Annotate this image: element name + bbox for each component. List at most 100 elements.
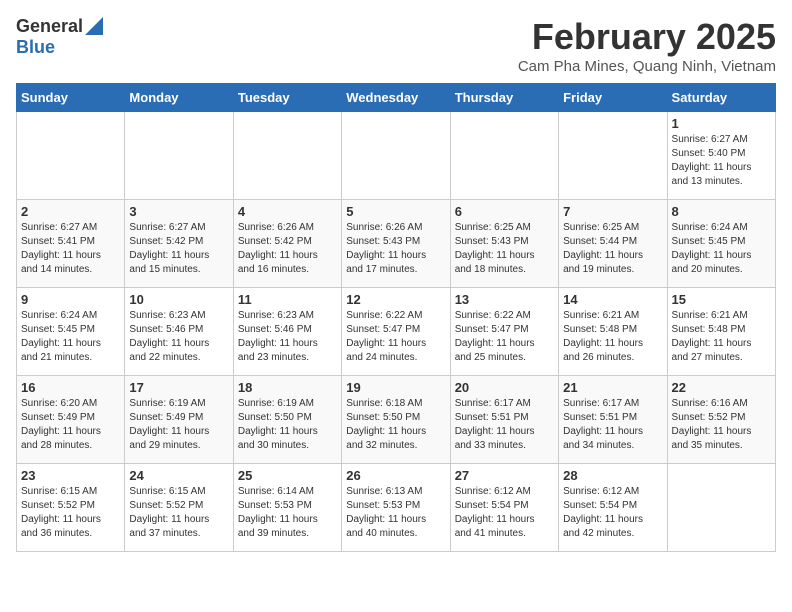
calendar-week-row: 23 Sunrise: 6:15 AM Sunset: 5:52 PM Dayli… — [17, 464, 776, 552]
calendar-day-header: Tuesday — [233, 84, 341, 112]
day-info: Sunrise: 6:26 AM Sunset: 5:43 PM Dayligh… — [346, 221, 445, 277]
calendar-week-row: 2 Sunrise: 6:27 AM Sunset: 5:41 PM Daylig… — [17, 200, 776, 288]
calendar-table: SundayMondayTuesdayWednesdayThursdayFrid… — [16, 83, 776, 552]
day-number: 24 — [129, 468, 228, 483]
calendar-cell: 4Sunrise: 6:26 AM Sunset: 5:42 PM Daylig… — [233, 200, 341, 288]
calendar-day-header: Monday — [125, 84, 233, 112]
calendar-cell — [667, 464, 775, 552]
day-number: 21 — [563, 380, 662, 395]
calendar-cell: 3Sunrise: 6:27 AM Sunset: 5:42 PM Daylig… — [125, 200, 233, 288]
day-info: Sunrise: 6:15 AM Sunset: 5:52 PM Dayligh… — [21, 485, 120, 541]
calendar-day-header: Friday — [559, 84, 667, 112]
day-number: 15 — [672, 292, 771, 307]
day-number: 7 — [563, 204, 662, 219]
day-info: Sunrise: 6:13 AM Sunset: 5:53 PM Dayligh… — [346, 485, 445, 541]
calendar-week-row: 9 Sunrise: 6:24 AM Sunset: 5:45 PM Daylig… — [17, 288, 776, 376]
day-info: Sunrise: 6:16 AM Sunset: 5:52 PM Dayligh… — [672, 397, 771, 453]
calendar-day-header: Wednesday — [342, 84, 450, 112]
day-info: Sunrise: 6:24 AM Sunset: 5:45 PM Dayligh… — [21, 309, 120, 365]
calendar-week-row: 1 Sunrise: 6:27 AM Sunset: 5:40 PM Daylig… — [17, 112, 776, 200]
calendar-cell: 5Sunrise: 6:26 AM Sunset: 5:43 PM Daylig… — [342, 200, 450, 288]
day-info: Sunrise: 6:12 AM Sunset: 5:54 PM Dayligh… — [455, 485, 554, 541]
calendar-cell: 20Sunrise: 6:17 AM Sunset: 5:51 PM Dayli… — [450, 376, 558, 464]
day-info: Sunrise: 6:27 AM Sunset: 5:41 PM Dayligh… — [21, 221, 120, 277]
day-info: Sunrise: 6:23 AM Sunset: 5:46 PM Dayligh… — [129, 309, 228, 365]
day-number: 8 — [672, 204, 771, 219]
day-number: 26 — [346, 468, 445, 483]
day-info: Sunrise: 6:27 AM Sunset: 5:42 PM Dayligh… — [129, 221, 228, 277]
calendar-week-row: 16 Sunrise: 6:20 AM Sunset: 5:49 PM Dayli… — [17, 376, 776, 464]
day-info: Sunrise: 6:19 AM Sunset: 5:49 PM Dayligh… — [129, 397, 228, 453]
calendar-cell: 6 Sunrise: 6:25 AM Sunset: 5:43 PM Daylig… — [450, 200, 558, 288]
calendar-cell: 12Sunrise: 6:22 AM Sunset: 5:47 PM Dayli… — [342, 288, 450, 376]
calendar-cell: 2 Sunrise: 6:27 AM Sunset: 5:41 PM Daylig… — [17, 200, 125, 288]
day-info: Sunrise: 6:12 AM Sunset: 5:54 PM Dayligh… — [563, 485, 662, 541]
day-info: Sunrise: 6:21 AM Sunset: 5:48 PM Dayligh… — [563, 309, 662, 365]
day-number: 9 — [21, 292, 120, 307]
calendar-cell: 16 Sunrise: 6:20 AM Sunset: 5:49 PM Dayli… — [17, 376, 125, 464]
day-number: 4 — [238, 204, 337, 219]
day-number: 23 — [21, 468, 120, 483]
day-info: Sunrise: 6:19 AM Sunset: 5:50 PM Dayligh… — [238, 397, 337, 453]
day-info: Sunrise: 6:27 AM Sunset: 5:40 PM Dayligh… — [672, 133, 771, 189]
calendar-cell: 19 Sunrise: 6:18 AM Sunset: 5:50 PM Dayli… — [342, 376, 450, 464]
calendar-cell: 21Sunrise: 6:17 AM Sunset: 5:51 PM Dayli… — [559, 376, 667, 464]
calendar-cell: 13 Sunrise: 6:22 AM Sunset: 5:47 PM Dayli… — [450, 288, 558, 376]
calendar-header-row: SundayMondayTuesdayWednesdayThursdayFrid… — [17, 84, 776, 112]
day-number: 28 — [563, 468, 662, 483]
calendar-cell — [559, 112, 667, 200]
calendar-cell: 28 Sunrise: 6:12 AM Sunset: 5:54 PM Dayli… — [559, 464, 667, 552]
calendar-cell: 14Sunrise: 6:21 AM Sunset: 5:48 PM Dayli… — [559, 288, 667, 376]
calendar-cell: 17 Sunrise: 6:19 AM Sunset: 5:49 PM Dayli… — [125, 376, 233, 464]
day-number: 11 — [238, 292, 337, 307]
calendar-cell — [17, 112, 125, 200]
day-number: 2 — [21, 204, 120, 219]
calendar-cell — [342, 112, 450, 200]
day-number: 22 — [672, 380, 771, 395]
day-info: Sunrise: 6:23 AM Sunset: 5:46 PM Dayligh… — [238, 309, 337, 365]
calendar-cell: 25 Sunrise: 6:14 AM Sunset: 5:53 PM Dayli… — [233, 464, 341, 552]
calendar-cell: 23 Sunrise: 6:15 AM Sunset: 5:52 PM Dayli… — [17, 464, 125, 552]
page-header: General Blue February 2025 Cam Pha Mines… — [16, 16, 776, 75]
logo-icon — [85, 17, 103, 35]
day-number: 20 — [455, 380, 554, 395]
day-number: 27 — [455, 468, 554, 483]
calendar-cell — [233, 112, 341, 200]
calendar-cell: 22 Sunrise: 6:16 AM Sunset: 5:52 PM Dayli… — [667, 376, 775, 464]
calendar-cell — [125, 112, 233, 200]
calendar-cell: 10 Sunrise: 6:23 AM Sunset: 5:46 PM Dayli… — [125, 288, 233, 376]
day-info: Sunrise: 6:14 AM Sunset: 5:53 PM Dayligh… — [238, 485, 337, 541]
day-number: 18 — [238, 380, 337, 395]
logo-general-text: General — [16, 16, 83, 37]
calendar-day-header: Thursday — [450, 84, 558, 112]
calendar-cell: 24Sunrise: 6:15 AM Sunset: 5:52 PM Dayli… — [125, 464, 233, 552]
day-info: Sunrise: 6:18 AM Sunset: 5:50 PM Dayligh… — [346, 397, 445, 453]
day-number: 10 — [129, 292, 228, 307]
calendar-cell — [450, 112, 558, 200]
day-number: 17 — [129, 380, 228, 395]
calendar-cell: 7 Sunrise: 6:25 AM Sunset: 5:44 PM Daylig… — [559, 200, 667, 288]
day-info: Sunrise: 6:20 AM Sunset: 5:49 PM Dayligh… — [21, 397, 120, 453]
calendar-location: Cam Pha Mines, Quang Ninh, Vietnam — [518, 58, 776, 75]
title-block: February 2025 Cam Pha Mines, Quang Ninh,… — [518, 16, 776, 75]
day-number: 25 — [238, 468, 337, 483]
day-info: Sunrise: 6:21 AM Sunset: 5:48 PM Dayligh… — [672, 309, 771, 365]
calendar-cell: 8 Sunrise: 6:24 AM Sunset: 5:45 PM Daylig… — [667, 200, 775, 288]
calendar-cell: 27 Sunrise: 6:12 AM Sunset: 5:54 PM Dayli… — [450, 464, 558, 552]
logo: General Blue — [16, 16, 103, 58]
day-number: 19 — [346, 380, 445, 395]
day-number: 6 — [455, 204, 554, 219]
day-number: 13 — [455, 292, 554, 307]
calendar-day-header: Saturday — [667, 84, 775, 112]
day-number: 1 — [672, 116, 771, 131]
day-info: Sunrise: 6:25 AM Sunset: 5:43 PM Dayligh… — [455, 221, 554, 277]
day-info: Sunrise: 6:22 AM Sunset: 5:47 PM Dayligh… — [455, 309, 554, 365]
day-info: Sunrise: 6:22 AM Sunset: 5:47 PM Dayligh… — [346, 309, 445, 365]
calendar-cell: 15 Sunrise: 6:21 AM Sunset: 5:48 PM Dayli… — [667, 288, 775, 376]
day-info: Sunrise: 6:25 AM Sunset: 5:44 PM Dayligh… — [563, 221, 662, 277]
day-number: 16 — [21, 380, 120, 395]
calendar-cell: 1 Sunrise: 6:27 AM Sunset: 5:40 PM Daylig… — [667, 112, 775, 200]
calendar-cell: 11 Sunrise: 6:23 AM Sunset: 5:46 PM Dayli… — [233, 288, 341, 376]
calendar-cell: 9 Sunrise: 6:24 AM Sunset: 5:45 PM Daylig… — [17, 288, 125, 376]
day-info: Sunrise: 6:24 AM Sunset: 5:45 PM Dayligh… — [672, 221, 771, 277]
